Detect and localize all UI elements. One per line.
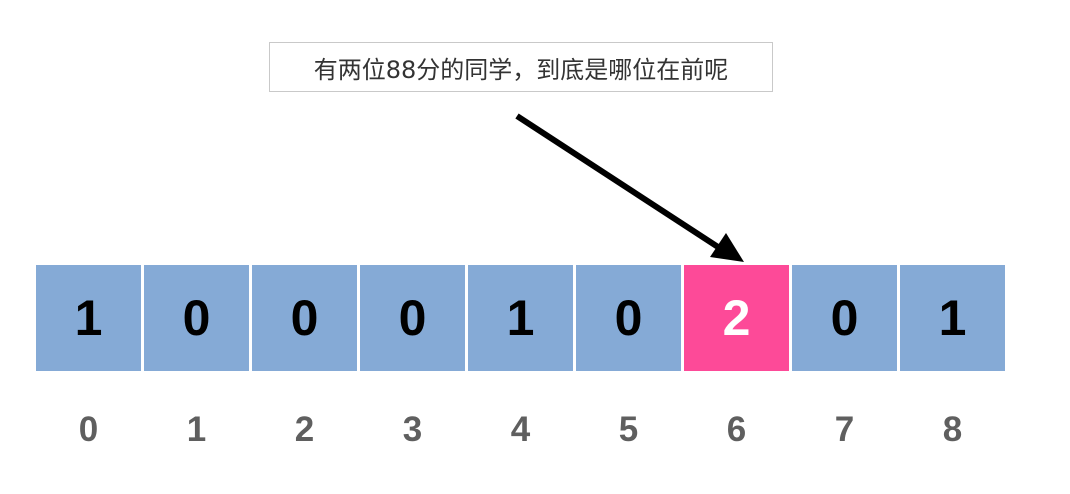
arrow-shaft [515,113,720,250]
array-cell: 1 [36,265,141,371]
array-index-label: 0 [78,410,99,449]
array-cell: 2 [684,265,789,371]
array-index-label: 1 [186,410,207,449]
array-index-label: 5 [618,410,639,449]
array-cell: 0 [144,265,249,371]
array-cell: 0 [576,265,681,371]
array-index-label: 7 [834,410,855,449]
array-index-label: 4 [510,410,531,449]
array-index-label: 2 [294,410,315,449]
array-index-label: 6 [726,410,747,449]
array-cell: 0 [252,265,357,371]
array-cell: 0 [360,265,465,371]
array-index-label: 3 [402,410,423,449]
array-cell: 1 [468,265,573,371]
array-cell: 1 [900,265,1005,371]
array-index-label: 8 [942,410,963,449]
array-cell: 0 [792,265,897,371]
